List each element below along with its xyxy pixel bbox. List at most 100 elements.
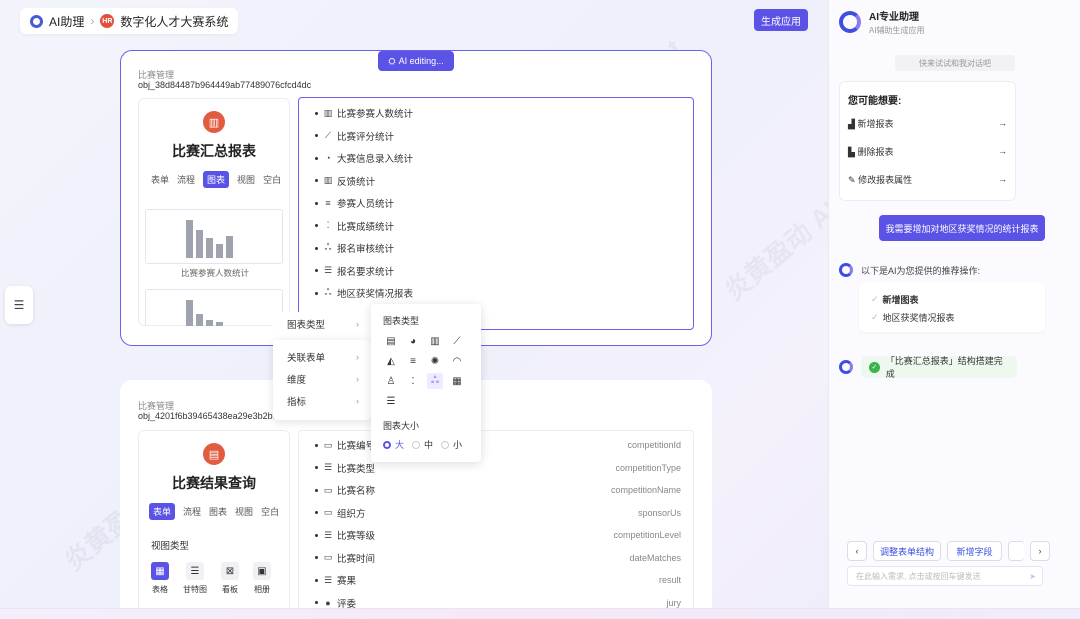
bar-chart-thumb-icon [186,298,246,326]
menu-item-chart-type[interactable]: 图表类型 › [273,312,371,336]
field-row[interactable]: ▭ 组织方 sponsorUs [315,502,681,525]
tab-view[interactable]: 视图 [237,173,255,186]
chevron-right-icon: › [356,319,359,329]
object-id: obj_38d84487b964449ab77489076cfcd4dc [138,80,312,90]
text-field-icon: ▭ [323,507,333,518]
preview-caption: 比赛参赛人数统计 [180,268,249,278]
field-row[interactable]: ▭ 比赛编号 competitionId [315,434,681,457]
user-message: 我需要增加对地区获奖情况的统计报表 [879,215,1045,241]
line-chart-icon[interactable]: ⟋ [449,333,465,349]
ai-editing-label: AI editing... [398,56,444,66]
list-item[interactable]: ஃ 地区获奖情况报表 [315,282,693,305]
chevron-left-icon: ‹ [855,546,859,556]
view-type-album[interactable]: ▣ 相册 [253,562,271,595]
list-item[interactable]: ☰ 报名要求统计 [315,260,693,283]
tab-form[interactable]: 表单 [149,503,176,520]
tab-blank[interactable]: 空白 [263,173,281,186]
report-preview-panel: ▥ 比赛汇总报表 表单 流程 图表 视图 空白 比赛参赛人数统计 [138,98,290,326]
report-icon: ▥ [203,111,225,133]
gauge-icon[interactable]: ◠ [449,353,465,369]
ai-editing-button[interactable]: ⛭ AI editing... [378,51,454,71]
combo-chart-icon[interactable]: ▦ [449,373,465,389]
view-type-table[interactable]: ▦ 表格 [151,562,169,595]
stack-icon[interactable]: ☰ [383,393,399,409]
breadcrumb-root[interactable]: AI助理 [49,13,84,30]
field-row[interactable]: ▭ 比赛时间 dateMatches [315,547,681,570]
list-field-icon: ☰ [323,529,333,540]
suggestion-add-report[interactable]: ▟ 新增报表 → [848,109,1007,137]
chart-type-submenu: 图表类型 ▤ ◕ ▥ ⟋ ◭ ≡ ✺ ◠ ♙ ⁚ ஃ ▦ ☰ 图表大小 大 中 … [371,304,481,462]
suggestion-delete-report[interactable]: ▙ 删除报表 → [848,137,1007,165]
list-item[interactable]: ⁚ 比赛成绩统计 [315,215,693,238]
menu-item-related-form[interactable]: 关联表单 › [273,346,371,368]
view-type-gantt[interactable]: ☰ 甘特图 [183,562,207,595]
menu-item-metric[interactable]: 指标 › [273,390,371,412]
tab-form[interactable]: 表单 [151,173,169,186]
stack-icon: ☰ [323,265,333,276]
funnel-icon[interactable]: ≡ [405,353,421,369]
size-large-radio[interactable] [383,440,391,449]
list-item[interactable]: ≡ 参赛人员统计 [315,192,693,215]
chart-preview-thumb[interactable] [145,289,283,326]
kanban-icon: ⊠ [221,562,239,580]
edit-icon: ✎ [848,174,856,185]
field-row[interactable]: ☰ 比赛类型 competitionType [315,457,681,480]
table-icon: ▦ [151,562,169,580]
view-type-kanban[interactable]: ⊠ 看板 [221,562,239,595]
size-title: 图表大小 [383,421,420,431]
type-tabs: 表单 流程 图表 视图 空白 [149,503,289,520]
hint-pill: 快来试试和我对话吧 [895,55,1015,71]
tab-process[interactable]: 流程 [183,505,201,518]
breadcrumb-current: 数字化人才大赛系统 [120,14,229,29]
tab-view[interactable]: 视图 [235,505,253,518]
query-title: 比赛结果查询 [172,475,256,491]
map-chart-icon[interactable]: ♙ [383,373,399,389]
list-item[interactable]: ▥ 反馈统计 [315,170,693,193]
quick-action-adjust-form[interactable]: 调整表单结构 [873,541,941,561]
next-arrow-button[interactable]: › [1030,541,1050,561]
field-row[interactable]: ☰ 比赛等级 competitionLevel [315,524,681,547]
gauge-icon: ◔ [325,153,331,164]
recommendation-item[interactable]: ✓ 新增图表 [871,290,1033,308]
size-small-radio[interactable] [441,440,450,449]
assistant-panel: AI专业助理 AI辅助生成应用 快来试试和我对话吧 您可能想要: ▟ 新增报表 →… [828,0,1080,608]
context-menu: 关联表单 › 维度 › 指标 › [273,340,371,420]
quick-action-more[interactable] [1008,541,1024,561]
tab-chart[interactable]: 图表 [209,505,227,518]
user-icon: ● [325,597,331,608]
bar-chart-icon[interactable]: ▥ [427,333,443,349]
menu-item-dimension[interactable]: 维度 › [273,368,371,390]
chart-preview-thumb[interactable] [145,209,283,264]
quick-action-add-field[interactable]: 新增字段 [947,541,1002,561]
field-row[interactable]: ☰ 赛果 result [315,569,681,592]
radar-chart-icon[interactable]: ✺ [427,353,443,369]
type-tabs: 表单 流程 图表 视图 空白 [151,171,289,188]
list-item[interactable]: ஃ 报名审核统计 [315,237,693,260]
tab-blank[interactable]: 空白 [261,505,279,518]
pie-chart-icon[interactable]: ◕ [405,333,421,349]
list-item[interactable]: ▥ 比赛参赛人数统计 [315,102,693,125]
list-item[interactable]: ⟋ 比赛评分统计 [315,125,693,148]
recommendation-item[interactable]: ✓ 地区获奖情况报表 [871,308,1033,326]
text-field-icon: ▭ [323,439,333,450]
bubble-icon: ஃ [324,242,332,253]
arrow-right-icon: → [998,118,1007,128]
size-medium-radio[interactable] [412,440,421,449]
table-chart-icon[interactable]: ▤ [383,333,399,349]
generate-app-button[interactable]: 生成应用 [754,9,808,31]
list-item[interactable]: ◔ 大赛信息录入统计 [315,147,693,170]
menu-toggle-button[interactable]: ☰ [5,286,33,324]
tab-process[interactable]: 流程 [177,173,195,186]
send-icon[interactable]: ➤ [1029,572,1036,581]
area-chart-icon[interactable]: ◭ [383,353,399,369]
check-icon: ✓ [871,293,879,304]
prev-arrow-button[interactable]: ‹ [847,541,867,561]
line-chart-icon: ⟋ [324,130,332,141]
chat-input[interactable]: 在此输入需求, 点击或按回车键发送 ➤ [847,566,1043,586]
bubble-icon[interactable]: ஃ [427,373,443,389]
scatter-icon[interactable]: ⁚ [405,373,421,389]
tab-chart[interactable]: 图表 [203,171,230,188]
size-options: 大 中 小 [383,438,469,451]
suggestion-edit-report[interactable]: ✎ 修改报表属性 → [848,165,1007,193]
field-row[interactable]: ▭ 比赛名称 competitionName [315,479,681,502]
